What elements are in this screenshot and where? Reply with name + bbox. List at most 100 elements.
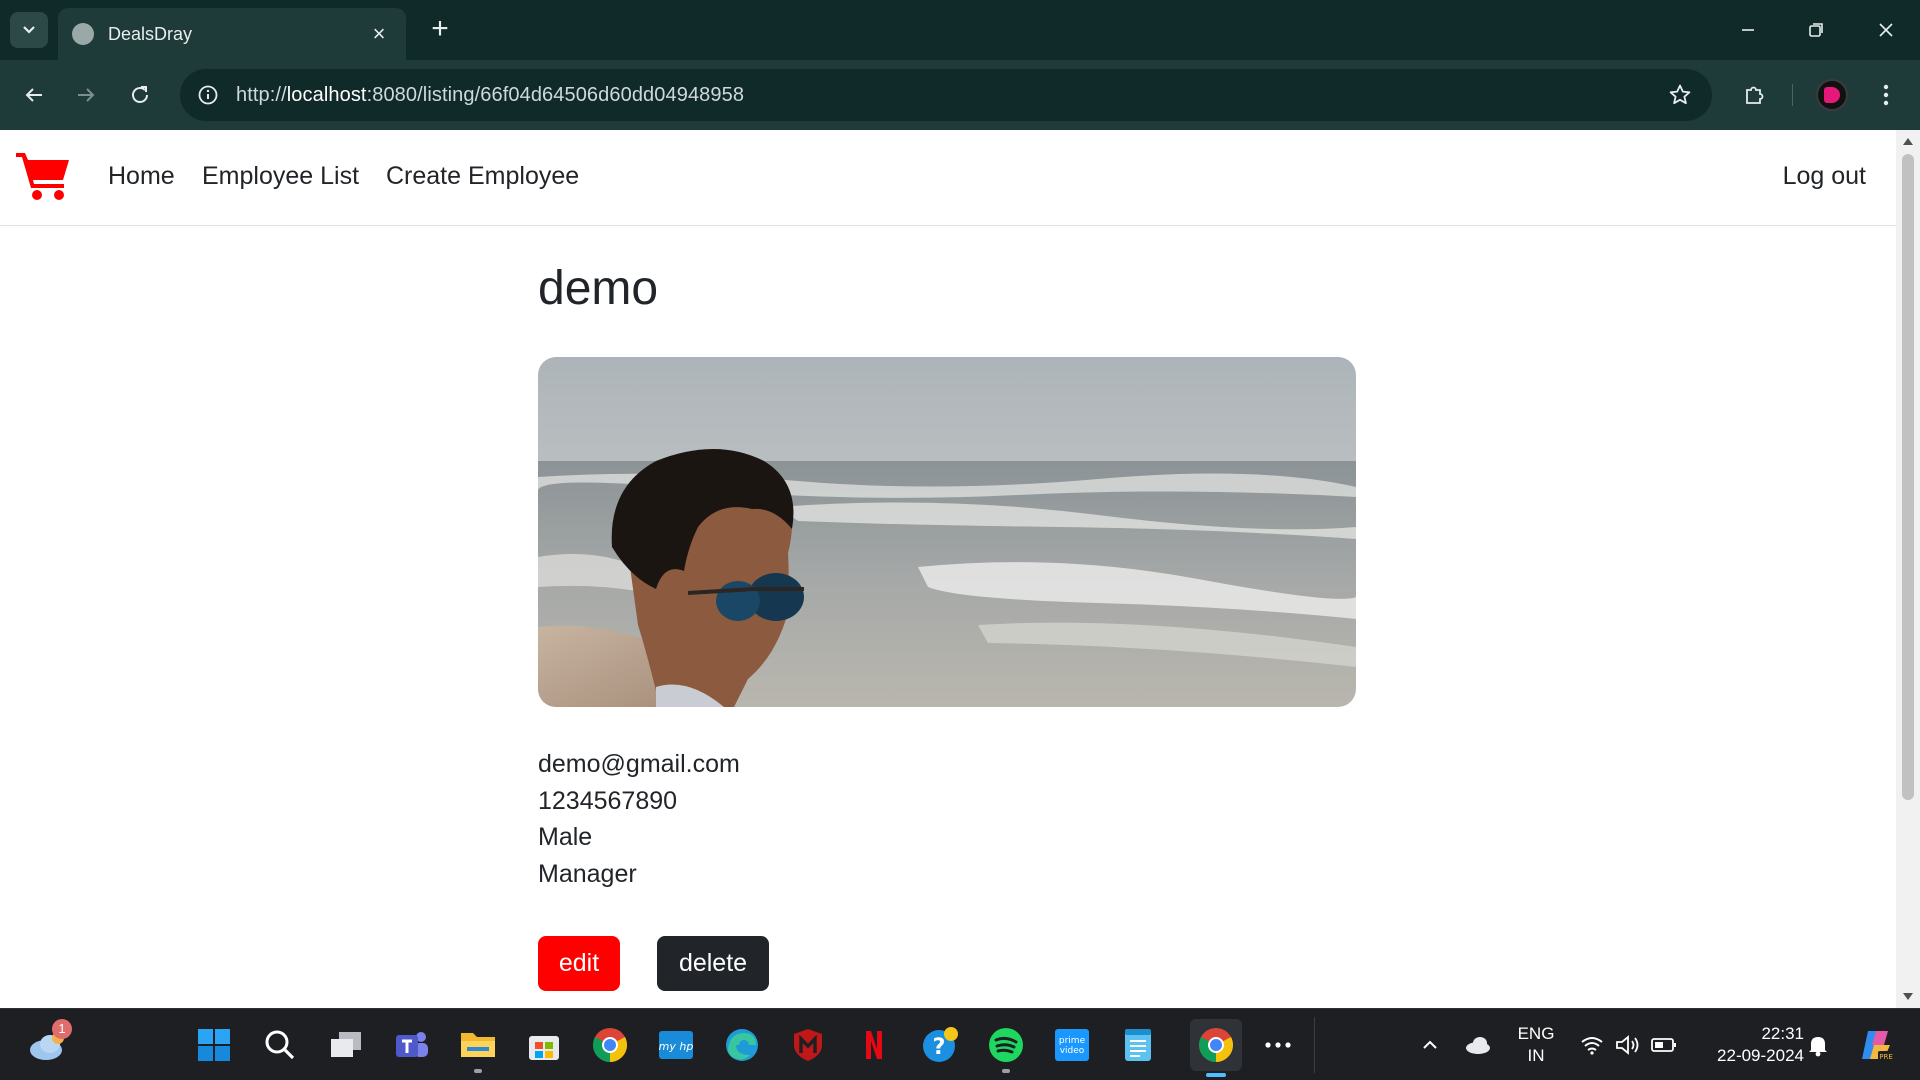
task-view-button[interactable] — [324, 1023, 368, 1067]
extensions-button[interactable] — [1736, 77, 1772, 113]
globe-icon — [72, 23, 94, 45]
svg-text:?: ? — [933, 1035, 946, 1060]
mcafee-shield-icon — [794, 1029, 822, 1061]
restore-button[interactable] — [1794, 12, 1838, 48]
employee-gender: Male — [538, 823, 593, 851]
page-viewport: Home Employee List Create Employee Log o… — [0, 130, 1896, 1008]
tab-search-button[interactable] — [10, 12, 48, 48]
page-scrollbar[interactable] — [1896, 130, 1920, 1008]
copilot-icon[interactable]: PRE — [1856, 1025, 1896, 1065]
browser-menu-button[interactable] — [1868, 77, 1904, 113]
nav-home-link[interactable]: Home — [108, 162, 175, 191]
get-help-button[interactable]: ? — [918, 1023, 962, 1067]
svg-text:prime: prime — [1059, 1036, 1086, 1046]
netflix-icon — [866, 1031, 882, 1059]
spotify-button[interactable] — [984, 1023, 1028, 1073]
nav-employee-list-link[interactable]: Employee List — [202, 162, 359, 191]
search-button[interactable] — [258, 1023, 302, 1067]
puzzle-icon — [1746, 86, 1764, 104]
edge-icon — [726, 1029, 758, 1061]
more-icon — [1265, 1042, 1291, 1048]
browser-tab[interactable]: DealsDray × — [58, 8, 406, 60]
file-explorer-button[interactable] — [456, 1023, 500, 1073]
svg-text:video: video — [1060, 1046, 1085, 1056]
teams-icon — [396, 1032, 428, 1057]
search-icon — [265, 1030, 295, 1060]
show-hidden-icons-button[interactable] — [1416, 1031, 1444, 1059]
url-host: localhost — [286, 83, 367, 106]
arrow-right-icon — [78, 88, 95, 102]
employee-details: demo@gmail.com 1234567890 Male Manager — [538, 746, 740, 892]
reload-icon — [132, 86, 148, 103]
windows-start-icon — [198, 1029, 230, 1061]
prime-video-icon: primevideo — [1055, 1029, 1089, 1061]
employee-photo — [538, 357, 1356, 707]
restore-icon — [1809, 23, 1823, 37]
reload-button[interactable] — [122, 77, 158, 113]
toolbar-divider — [1792, 84, 1793, 106]
start-button[interactable] — [192, 1023, 236, 1067]
wifi-icon[interactable] — [1578, 1031, 1606, 1059]
clock[interactable]: 22:31 22-09-2024 — [1694, 1023, 1804, 1067]
edge-button[interactable] — [720, 1023, 764, 1067]
windows-taskbar: 1 my hp ? prime video ENG IN 22:31 22-09… — [0, 1008, 1920, 1080]
back-button[interactable] — [16, 77, 52, 113]
help-icon: ? — [923, 1027, 958, 1062]
new-tab-button[interactable]: + — [424, 14, 456, 46]
chevron-down-icon — [23, 26, 35, 34]
myhp-icon: my hp — [659, 1031, 694, 1059]
minimize-button[interactable] — [1726, 12, 1770, 48]
employee-phone: 1234567890 — [538, 786, 678, 815]
kebab-menu-icon — [1883, 84, 1889, 106]
notepad-icon — [1125, 1029, 1151, 1061]
delete-button[interactable]: delete — [657, 936, 769, 991]
bookmark-star-icon[interactable] — [1662, 77, 1698, 113]
employee-name: demo — [538, 262, 659, 315]
netflix-button[interactable] — [852, 1023, 896, 1067]
edit-button[interactable]: edit — [538, 936, 620, 991]
microsoft-store-button[interactable] — [522, 1023, 566, 1067]
notepad-button[interactable] — [1116, 1023, 1160, 1067]
chrome-button[interactable] — [588, 1023, 632, 1067]
forward-button[interactable] — [68, 77, 104, 113]
browser-titlebar: DealsDray × + — [0, 0, 1920, 60]
volume-icon[interactable] — [1614, 1031, 1642, 1059]
nav-create-employee-link[interactable]: Create Employee — [386, 162, 579, 191]
more-apps-button[interactable] — [1256, 1023, 1300, 1067]
teams-button[interactable] — [390, 1023, 434, 1067]
onedrive-icon[interactable] — [1464, 1031, 1492, 1059]
weather-widget[interactable]: 1 — [26, 1019, 72, 1067]
mcafee-button[interactable] — [786, 1023, 830, 1067]
svg-text:my hp: my hp — [659, 1040, 694, 1053]
scroll-down-arrow-icon[interactable] — [1903, 993, 1913, 1000]
browser-toolbar: http://localhost:8080/listing/66f04d6450… — [0, 60, 1920, 130]
scrollbar-thumb[interactable] — [1902, 154, 1914, 800]
profile-avatar[interactable] — [1816, 79, 1848, 111]
shopping-cart-icon[interactable] — [16, 150, 72, 202]
clock-time: 22:31 — [1761, 1024, 1804, 1043]
close-icon — [1879, 23, 1893, 37]
scroll-up-arrow-icon[interactable] — [1903, 138, 1913, 145]
url-scheme: http:// — [236, 83, 287, 106]
address-bar[interactable]: http://localhost:8080/listing/66f04d6450… — [180, 69, 1712, 121]
url-path: :8080/listing/66f04d64506d60dd04948958 — [366, 83, 745, 106]
close-window-button[interactable] — [1864, 12, 1908, 48]
battery-icon[interactable] — [1650, 1031, 1678, 1059]
region-code: IN — [1527, 1046, 1545, 1065]
chrome-active-button[interactable] — [1190, 1019, 1242, 1077]
running-indicator — [1002, 1069, 1010, 1073]
site-info-icon[interactable] — [194, 81, 222, 109]
language-indicator[interactable]: ENG IN — [1510, 1023, 1562, 1067]
myhp-button[interactable]: my hp — [654, 1023, 698, 1067]
prime-video-button[interactable]: prime video — [1050, 1023, 1094, 1067]
arrow-left-icon — [25, 88, 42, 102]
logout-link[interactable]: Log out — [1783, 162, 1866, 191]
minimize-icon — [1742, 29, 1754, 31]
employee-designation: Manager — [538, 859, 637, 888]
running-indicator — [474, 1069, 482, 1073]
profile-icon — [1824, 87, 1840, 103]
close-tab-icon[interactable]: × — [366, 21, 392, 47]
active-indicator — [1206, 1073, 1226, 1077]
notification-bell-icon[interactable] — [1804, 1031, 1832, 1059]
weather-badge: 1 — [52, 1019, 72, 1039]
